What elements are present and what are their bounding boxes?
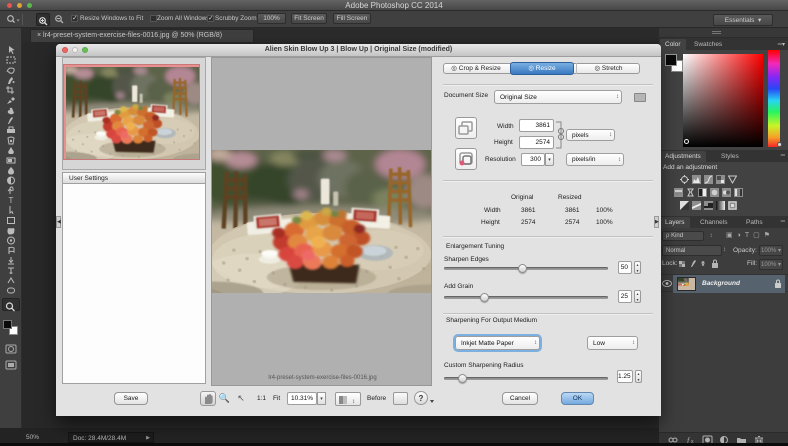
svg-text:↕: ↕ — [352, 399, 355, 405]
